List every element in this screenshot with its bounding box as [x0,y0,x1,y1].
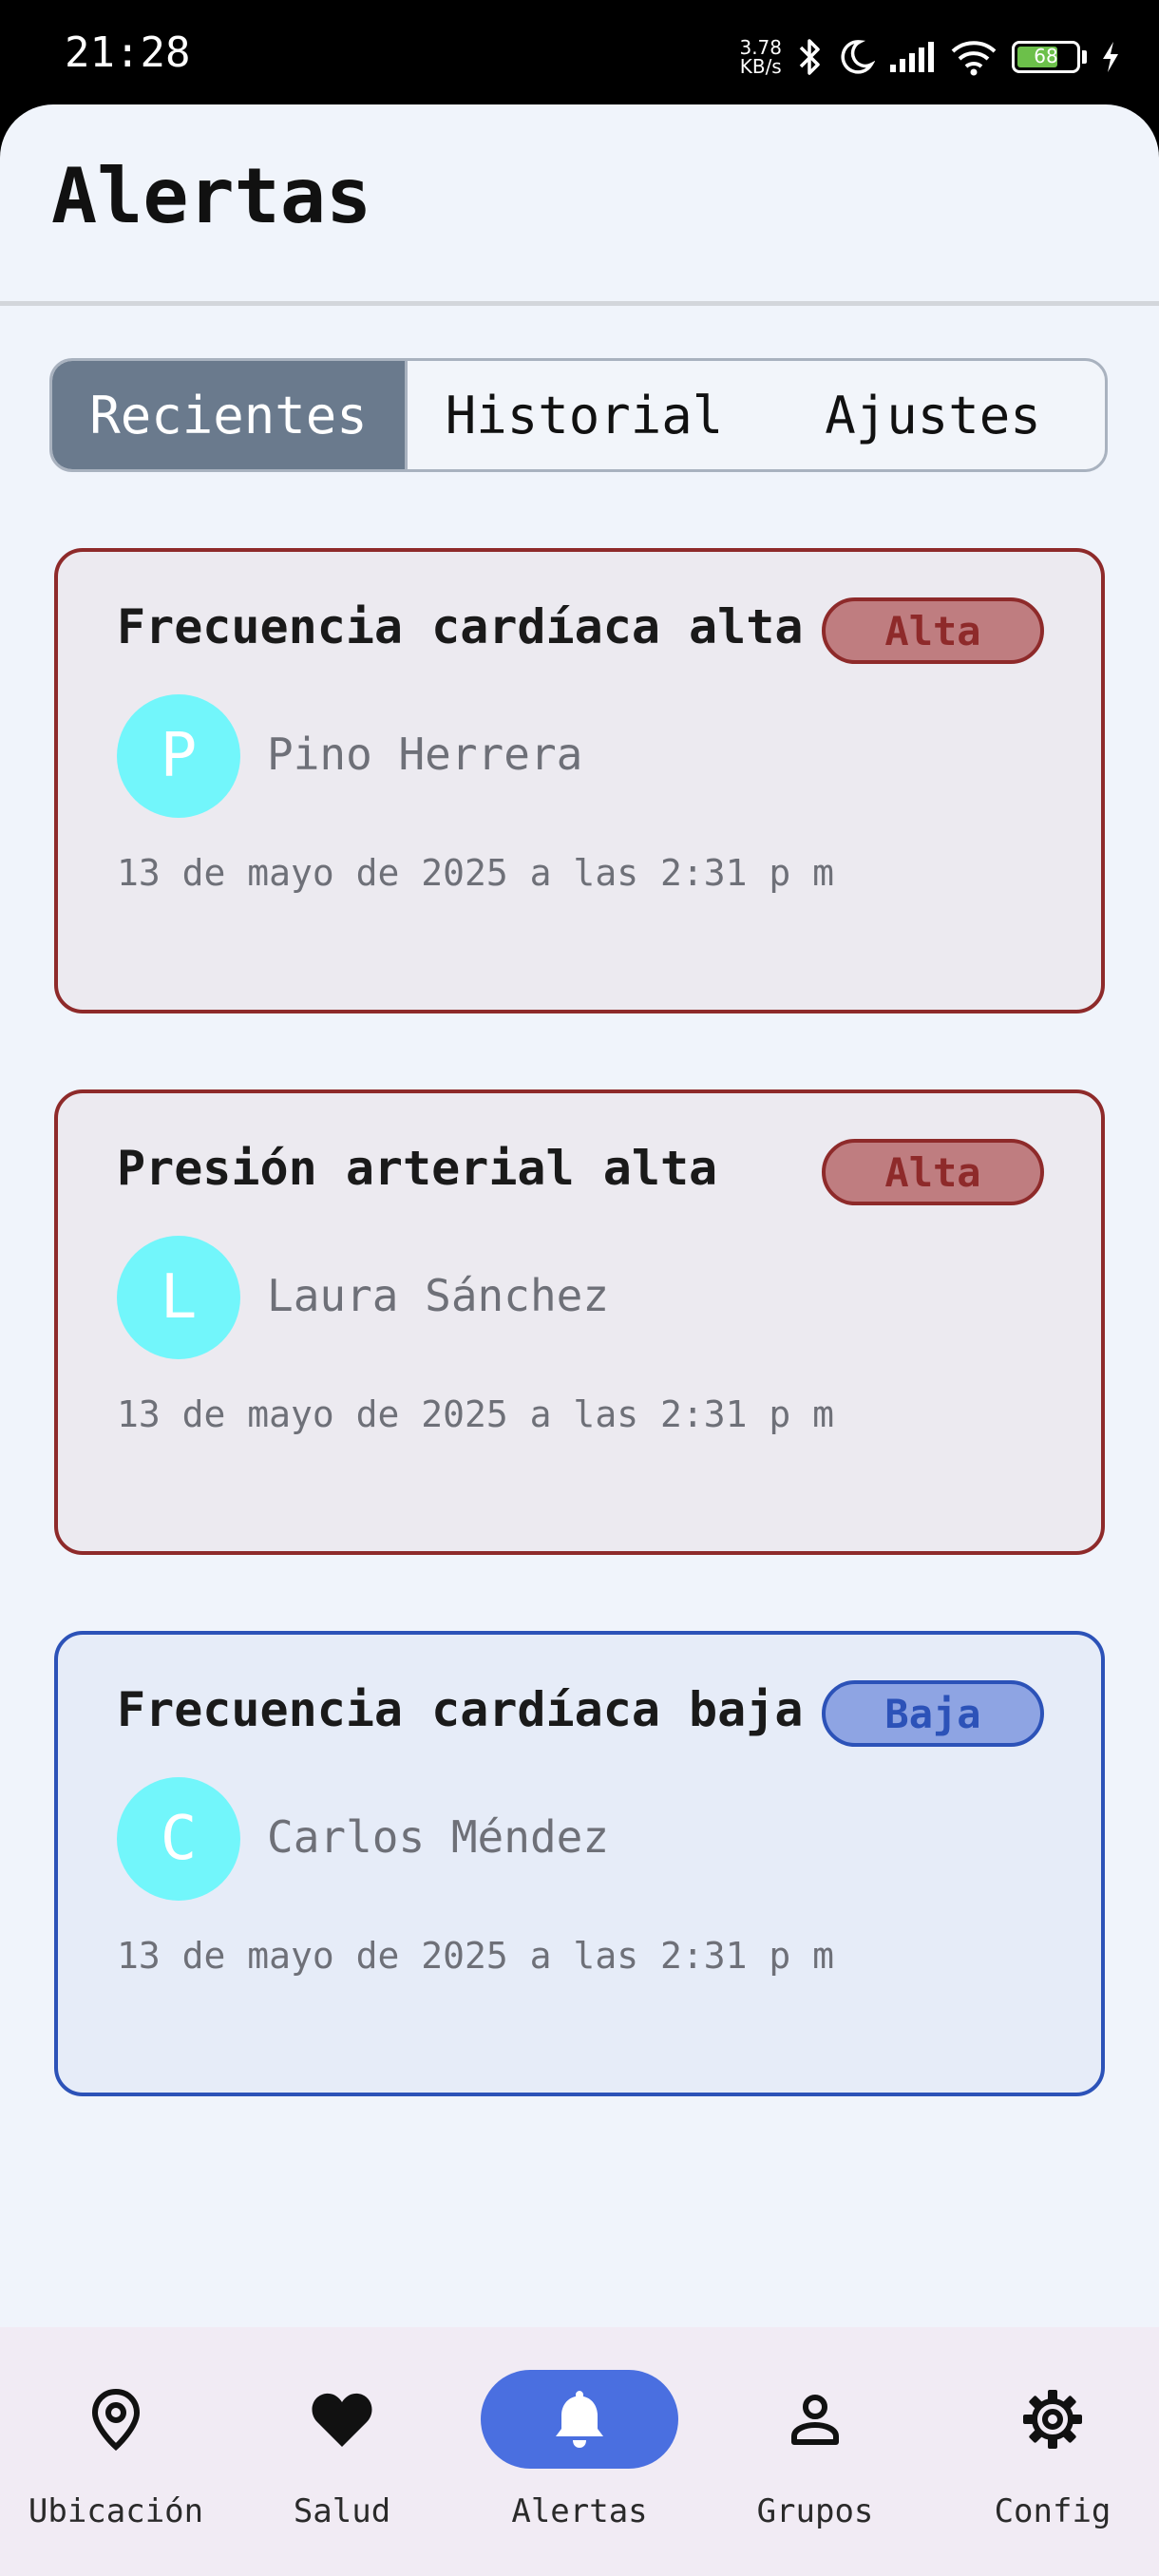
avatar: P [117,694,240,818]
nav-ubicacion[interactable]: Ubicación [0,2327,232,2576]
status-time: 21:28 [65,28,191,77]
nav-salud[interactable]: Salud [226,2327,458,2576]
person-name: Carlos Méndez [267,1811,610,1863]
battery-icon: 68 [1012,41,1080,73]
do-not-disturb-moon-icon [841,40,875,74]
severity-badge: Alta [822,597,1044,664]
wifi-icon [951,41,997,76]
alert-card[interactable]: Frecuencia cardíaca baja Baja C Carlos M… [54,1631,1105,2096]
alert-timestamp: 13 de mayo de 2025 a las 2:31 p m [117,1393,834,1435]
network-speed-value: 3.78 [739,36,782,59]
location-pin-icon [91,2388,141,2451]
bottom-navigation: Ubicación Salud Alertas Grupos Config [0,2327,1159,2576]
nav-ubicacion-icon-wrap [17,2370,215,2469]
severity-badge: Alta [822,1139,1044,1205]
alert-title: Frecuencia cardíaca alta [117,599,804,654]
bell-icon [556,2391,603,2448]
signal-icon [890,42,934,72]
network-speed-unit: KB/s [739,55,782,78]
charging-bolt-icon [1103,42,1118,72]
header-divider [0,301,1159,306]
tab-historial[interactable]: Historial [405,361,761,469]
alert-title: Frecuencia cardíaca baja [117,1682,804,1737]
nav-label: Ubicación [28,2492,204,2530]
status-bar: 21:28 3.78 KB/s 68 [0,0,1159,109]
nav-label: Grupos [756,2492,874,2530]
heart-icon [312,2393,372,2447]
status-icons: 3.78 KB/s 68 [739,30,1121,84]
person-name: Pino Herrera [267,729,583,780]
segmented-tabs: Recientes Historial Ajustes [49,358,1108,472]
alert-title: Presión arterial alta [117,1141,718,1196]
gear-icon [1023,2390,1082,2449]
person-name: Laura Sánchez [267,1270,610,1321]
alert-card[interactable]: Presión arterial alta Alta L Laura Sánch… [54,1089,1105,1555]
alert-timestamp: 13 de mayo de 2025 a las 2:31 p m [117,852,834,894]
nav-salud-icon-wrap [243,2370,441,2469]
avatar: C [117,1777,240,1901]
nav-config[interactable]: Config [937,2327,1159,2576]
nav-config-icon-wrap [954,2370,1151,2469]
battery-percent: 68 [1034,45,1058,67]
nav-label: Alertas [511,2492,648,2530]
tab-ajustes[interactable]: Ajustes [761,361,1105,469]
alert-card[interactable]: Frecuencia cardíaca alta Alta P Pino Her… [54,548,1105,1013]
severity-badge: Baja [822,1680,1044,1747]
avatar: L [117,1236,240,1359]
network-speed: 3.78 KB/s [739,38,782,76]
bluetooth-icon [799,39,820,75]
nav-alertas[interactable]: Alertas [464,2327,695,2576]
nav-alertas-pill [481,2370,678,2469]
nav-label: Salud [293,2492,391,2530]
person-icon [791,2395,839,2445]
tab-recientes[interactable]: Recientes [52,361,405,469]
app-surface: Alertas Recientes Historial Ajustes Frec… [0,104,1159,2576]
alert-timestamp: 13 de mayo de 2025 a las 2:31 p m [117,1935,834,1977]
nav-grupos-icon-wrap [716,2370,914,2469]
battery-cap [1082,50,1087,64]
nav-grupos[interactable]: Grupos [699,2327,931,2576]
nav-label: Config [994,2492,1112,2530]
page-title: Alertas [51,152,372,240]
